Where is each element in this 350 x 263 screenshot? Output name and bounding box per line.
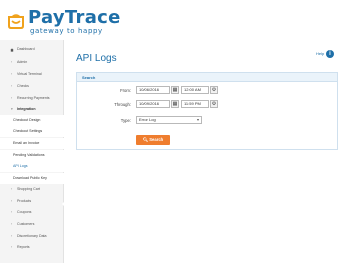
- search-button[interactable]: 🔍︎ Search: [136, 135, 170, 145]
- through-date-input[interactable]: 10/09/2016: [136, 100, 170, 108]
- from-date-input[interactable]: 10/06/2016: [136, 86, 170, 94]
- sidebar-item-label: Customers: [17, 222, 35, 226]
- sidebar-item-customers[interactable]: › Customers: [0, 219, 64, 230]
- sidebar-item-label: Download Public Key: [13, 176, 47, 180]
- sidebar-item-label: API Logs: [13, 164, 28, 168]
- sidebar-item-label: Coupons: [17, 210, 32, 214]
- sidebar-item-label: Checks: [17, 84, 29, 88]
- main-content: API Logs Help i Search From: 10/06/2016 …: [64, 40, 350, 263]
- gear-icon[interactable]: ⚙: [210, 86, 218, 94]
- page-title: API Logs: [76, 53, 117, 64]
- sidebar-item-label: Discretionary Data: [17, 234, 47, 238]
- chevron-right-icon: ›: [11, 222, 13, 226]
- type-select-value: Error Log: [139, 117, 156, 122]
- sidebar-item-recurring-payments[interactable]: › Recurring Payments: [0, 93, 64, 104]
- sidebar-item-virtual-terminal[interactable]: › Virtual Terminal: [0, 69, 64, 80]
- type-label: Type:: [120, 118, 131, 123]
- sidebar-item-label: Integration: [17, 107, 36, 111]
- search-button-label: Search: [149, 137, 164, 142]
- brand-name: PayTrace: [28, 7, 121, 28]
- chevron-right-icon: ›: [11, 96, 13, 100]
- chevron-right-icon: ›: [11, 72, 13, 76]
- sidebar-item-label: Email an Invoice: [13, 141, 40, 145]
- home-icon: [10, 48, 14, 52]
- chevron-down-icon: ▾: [196, 117, 199, 122]
- sidebar-item-label: Recurring Payments: [17, 96, 50, 100]
- sidebar: Dashboard › Admin › Virtual Terminal › C…: [0, 40, 66, 263]
- info-icon[interactable]: i: [326, 50, 334, 58]
- chevron-right-icon: ›: [11, 199, 13, 203]
- sidebar-item-email-invoice[interactable]: Email an Invoice: [0, 138, 64, 149]
- sidebar-item-label: Dashboard: [17, 47, 35, 51]
- type-select[interactable]: Error Log ▾: [136, 116, 202, 124]
- calendar-icon[interactable]: ▦: [171, 86, 179, 94]
- sidebar-item-label: Virtual Terminal: [17, 72, 42, 76]
- brand-tagline: gateway to happy: [30, 27, 103, 35]
- calendar-icon[interactable]: ▦: [171, 100, 179, 108]
- sidebar-item-pending-validations[interactable]: Pending Validations: [0, 150, 64, 161]
- sidebar-item-dashboard[interactable]: Dashboard: [0, 44, 64, 55]
- paytrace-logo-icon: [8, 14, 24, 29]
- sidebar-item-api-logs[interactable]: API Logs: [0, 161, 64, 172]
- through-time-input[interactable]: 11:59 PM: [181, 100, 209, 108]
- sidebar-item-label: Products: [17, 199, 32, 203]
- sidebar-item-checks[interactable]: › Checks: [0, 81, 64, 92]
- chevron-right-icon: ›: [11, 187, 13, 191]
- from-label: From:: [120, 88, 131, 93]
- search-panel-title: Search: [82, 75, 96, 80]
- chevron-down-icon: ▾: [11, 107, 13, 111]
- sidebar-item-checkout-design[interactable]: Checkout Design: [0, 115, 64, 126]
- help-link[interactable]: Help: [316, 51, 324, 56]
- from-time-input[interactable]: 12:00 AM: [181, 86, 209, 94]
- search-panel: Search From: 10/06/2016 ▦ 12:00 AM ⚙ Thr…: [76, 72, 338, 150]
- chevron-right-icon: ›: [11, 245, 13, 249]
- app-page: PayTrace gateway to happy Dashboard › Ad…: [0, 0, 350, 263]
- chevron-right-icon: ›: [11, 60, 13, 64]
- chevron-right-icon: ›: [11, 234, 13, 238]
- sidebar-item-integration[interactable]: ▾ Integration: [0, 104, 64, 115]
- sidebar-item-products[interactable]: › Products: [0, 196, 64, 207]
- sidebar-item-label: Admin: [17, 60, 28, 64]
- sidebar-item-reports[interactable]: › Reports: [0, 242, 64, 253]
- search-panel-header: Search: [77, 73, 337, 82]
- sidebar-item-label: Checkout Settings: [13, 129, 43, 133]
- sidebar-item-label: Shopping Cart: [17, 187, 40, 191]
- sidebar-item-admin[interactable]: › Admin: [0, 57, 64, 68]
- gear-icon[interactable]: ⚙: [210, 100, 218, 108]
- search-icon: 🔍︎: [142, 137, 149, 142]
- sidebar-item-checkout-settings[interactable]: Checkout Settings: [0, 126, 64, 137]
- sidebar-item-discretionary-data[interactable]: › Discretionary Data: [0, 231, 64, 242]
- sidebar-item-download-public-key[interactable]: Download Public Key: [0, 173, 64, 184]
- chevron-right-icon: ›: [11, 210, 13, 214]
- header: PayTrace gateway to happy: [0, 0, 350, 40]
- sidebar-item-label: Reports: [17, 245, 30, 249]
- sidebar-item-shopping-cart[interactable]: › Shopping Cart: [0, 184, 64, 195]
- sidebar-item-coupons[interactable]: › Coupons: [0, 207, 64, 218]
- sidebar-item-label: Pending Validations: [13, 153, 45, 157]
- sidebar-item-label: Checkout Design: [13, 118, 41, 122]
- chevron-right-icon: ›: [11, 84, 13, 88]
- through-label: Through:: [114, 102, 131, 107]
